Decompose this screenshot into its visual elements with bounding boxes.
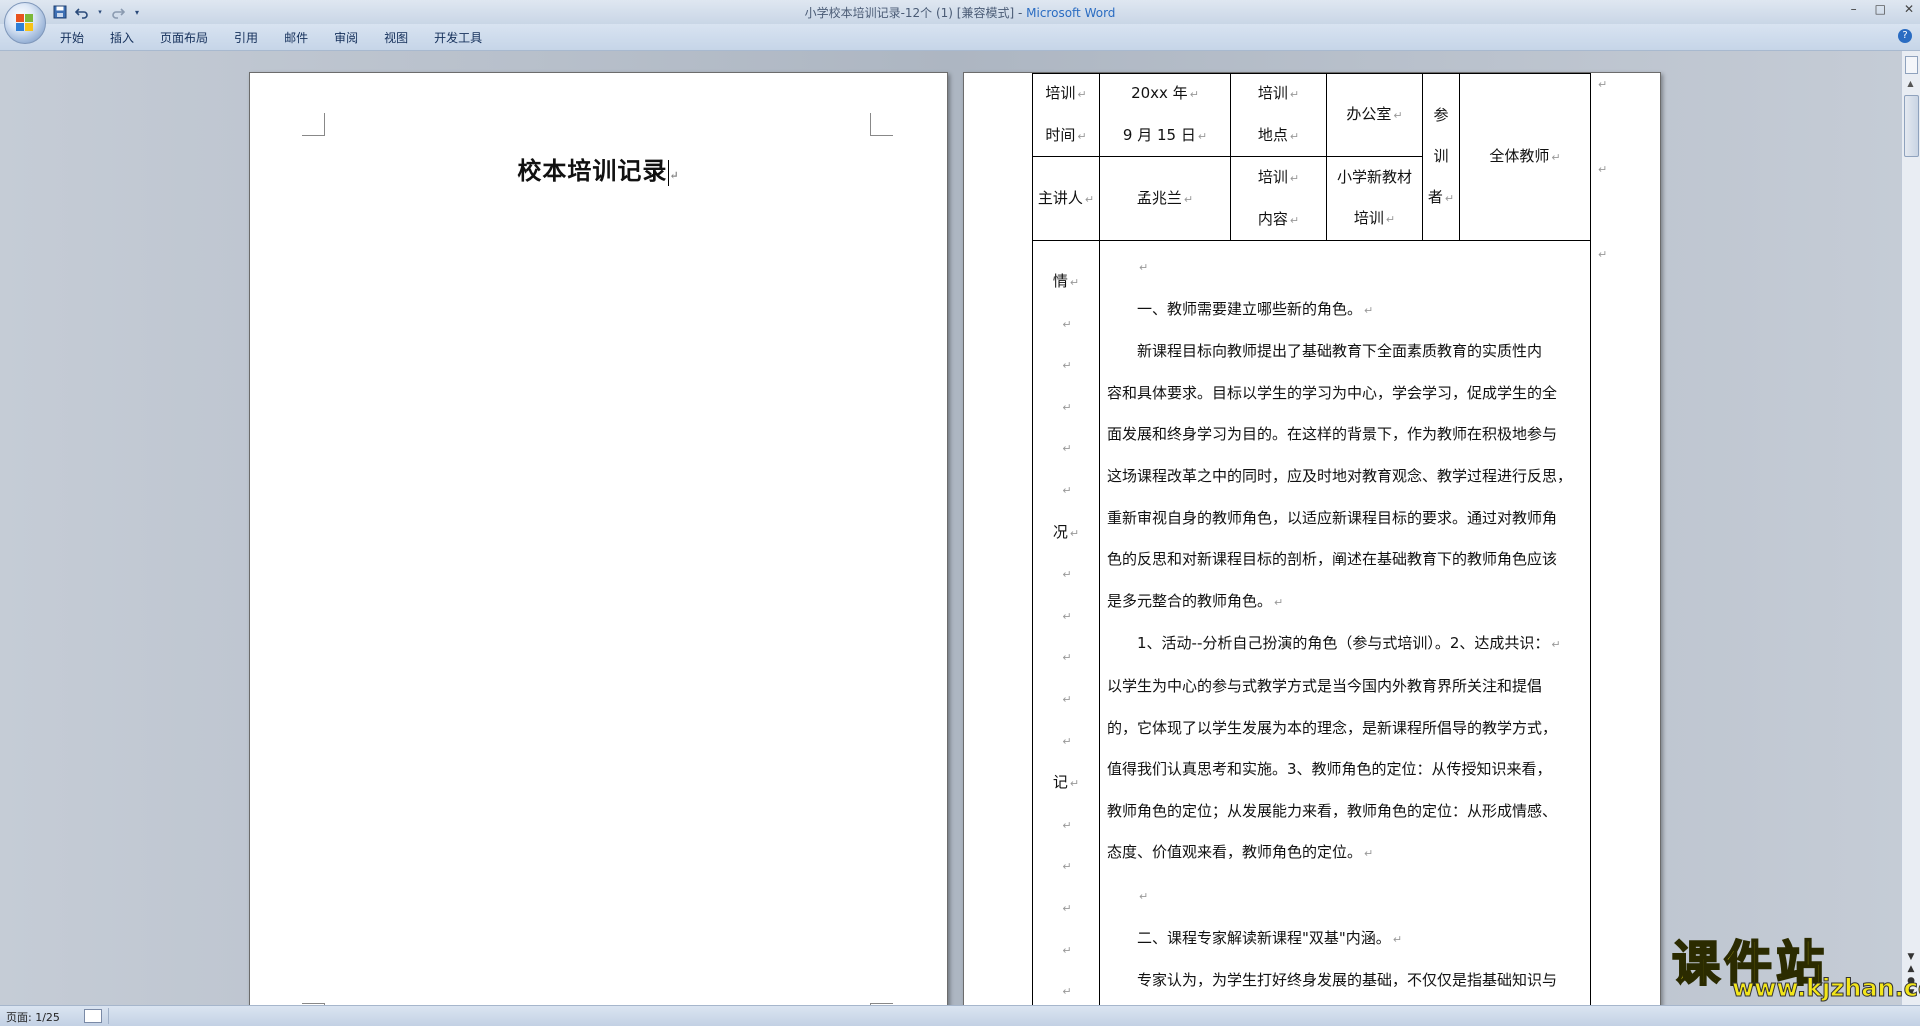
paragraph-mark: ↵ <box>1062 860 1072 874</box>
record-label-char3: 记 ↵ <box>1052 773 1080 792</box>
row-end-mark: ↵ <box>1598 248 1608 261</box>
page-2[interactable]: 培训 ↵ 时间 ↵ 20xx 年 ↵ 9 月 15 日 ↵ 培训 ↵ 地点 ↵ 办公室 ↵ 参… <box>963 72 1661 1005</box>
cell-time-value: 20xx 年 ↵ 9 月 15 日 ↵ <box>1099 73 1231 157</box>
cell-content-label: 培训 ↵ 内容 ↵ <box>1230 156 1327 241</box>
cell-place-value: 办公室 ↵ <box>1326 73 1423 157</box>
participants-label-line3: 者 ↵ <box>1427 188 1455 206</box>
participants-value: 全体教师 ↵ <box>1489 147 1561 165</box>
ribbon-tabs: 开始 插入 页面布局 引用 邮件 审阅 视图 开发工具 <box>60 29 508 46</box>
title-separator: - <box>1014 6 1027 20</box>
document-area[interactable]: 校本培训记录 ↵ 培训 ↵ 时间 ↵ 20xx 年 ↵ 9 月 15 日 ↵ 培训 ↵ 地点… <box>0 51 1902 1005</box>
paragraph-mark: ↵ <box>669 169 680 182</box>
paragraph-mark: ↵ <box>1062 442 1072 456</box>
time-label-line2: 时间 ↵ <box>1045 126 1087 144</box>
crop-mark-top-right <box>870 113 893 136</box>
blank-line: ↵ <box>1139 889 1149 903</box>
cell-time-label: 培训 ↵ 时间 ↵ <box>1032 73 1100 157</box>
cell-record-label: 情 ↵ ↵ ↵ ↵ ↵ ↵ 况 ↵ ↵ ↵ ↵ ↵ ↵ 记 ↵ ↵ ↵ ↵ ↵ ↵ <box>1032 240 1100 1005</box>
paragraph-mark: ↵ <box>1062 568 1072 582</box>
paragraph-mark: ↵ <box>1062 359 1072 373</box>
cell-place-label: 培训 ↵ 地点 ↵ <box>1230 73 1327 157</box>
place-label-line2: 地点 ↵ <box>1257 126 1300 144</box>
office-button[interactable] <box>4 2 46 44</box>
record-label-char2: 况 ↵ <box>1052 522 1080 541</box>
proofing-icon[interactable] <box>84 1009 102 1023</box>
participants-label-line2: 训 <box>1433 147 1449 165</box>
status-bar: 页面: 1/25 <box>0 1005 1920 1026</box>
tab-view[interactable]: 视图 <box>384 29 422 46</box>
tab-developer[interactable]: 开发工具 <box>434 29 496 46</box>
cell-speaker-label: 主讲人 ↵ <box>1032 156 1100 241</box>
paragraph-mark: ↵ <box>1062 985 1072 999</box>
title-bar: ▾ ▾ 小学校本培训记录-12个 (1) [兼容模式] - Microsoft … <box>0 0 1920 25</box>
page-count[interactable]: 页面: 1/25 <box>6 1009 60 1025</box>
minimize-icon[interactable]: – <box>1851 2 1857 16</box>
view-ruler-icon[interactable] <box>1905 56 1918 74</box>
paragraph-mark: ↵ <box>1062 943 1072 957</box>
paragraph-mark: ↵ <box>1062 651 1072 665</box>
record-label-char1: 情 ↵ <box>1052 272 1080 290</box>
paragraph-1: 新课程目标向教师提出了基础教育下全面素质教育的实质性内 容和具体要求。目标以学生… <box>1107 342 1573 610</box>
site-watermark: 课件站 www.kjzhan.com <box>1671 924 1920 1006</box>
tab-home[interactable]: 开始 <box>60 29 98 46</box>
content-label-line1: 培训 ↵ <box>1257 167 1300 186</box>
row-end-mark: ↵ <box>1598 78 1608 91</box>
place-value: 办公室 ↵ <box>1346 105 1403 123</box>
speaker-label: 主讲人 ↵ <box>1037 188 1095 207</box>
crop-mark-top-left <box>302 113 325 136</box>
vertical-scrollbar[interactable]: ▲ ▼ ▲ ● ▼ <box>1901 51 1920 1005</box>
paragraph-mark: ↵ <box>1062 692 1072 706</box>
place-label-line1: 培训 ↵ <box>1257 84 1300 102</box>
time-label-line1: 培训 ↵ <box>1045 84 1087 102</box>
paragraph-mark: ↵ <box>1062 317 1072 331</box>
section-heading-1: 一、教师需要建立哪些新的角色。 ↵ <box>1137 299 1374 318</box>
watermark-url: www.kjzhan.com <box>1731 974 1920 1003</box>
paragraph-mark: ↵ <box>1062 734 1072 748</box>
paragraph-mark: ↵ <box>1062 901 1072 915</box>
scroll-up-icon[interactable]: ▲ <box>1904 79 1917 91</box>
paragraph-mark: ↵ <box>1062 400 1072 414</box>
participants-label-line1: 参 <box>1433 106 1449 124</box>
ribbon-tab-bar: 开始 插入 页面布局 引用 邮件 审阅 视图 开发工具 ? <box>0 24 1920 51</box>
scroll-down-icon[interactable]: ▼ <box>1904 951 1918 963</box>
paragraph-mark: ↵ <box>1062 818 1072 832</box>
cell-content-value: 小学新教材 培训 ↵ <box>1326 156 1423 241</box>
paragraph-mark: ↵ <box>1062 609 1072 623</box>
maximize-icon[interactable]: □ <box>1875 2 1886 16</box>
speaker-value: 孟兆兰 ↵ <box>1136 188 1194 207</box>
content-value-line1: 小学新教材 <box>1336 168 1412 186</box>
help-icon[interactable]: ? <box>1898 29 1912 43</box>
cell-speaker-value: 孟兆兰 ↵ <box>1099 156 1231 241</box>
tab-mailings[interactable]: 邮件 <box>284 29 322 46</box>
paragraph-mark: ↵ <box>1062 483 1072 497</box>
blank-line: ↵ <box>1139 261 1149 274</box>
close-icon[interactable]: ✕ <box>1904 2 1914 16</box>
window-controls: – □ ✕ <box>1851 2 1914 16</box>
status-divider <box>108 1008 109 1024</box>
office-logo-icon <box>16 14 34 32</box>
tab-page-layout[interactable]: 页面布局 <box>160 29 222 46</box>
content-value-line2: 培训 ↵ <box>1353 209 1396 227</box>
tab-review[interactable]: 审阅 <box>334 29 372 46</box>
window-title: 小学校本培训记录-12个 (1) [兼容模式] - Microsoft Word <box>0 4 1920 21</box>
document-title: 校本培训记录 ↵ <box>250 151 947 186</box>
content-label-line2: 内容 ↵ <box>1257 209 1300 228</box>
cell-record-body[interactable]: ↵ 一、教师需要建立哪些新的角色。 ↵ 新课程目标向教师提出了基础教育下全面素质教… <box>1099 240 1591 1005</box>
time-value-line2: 9 月 15 日 ↵ <box>1122 126 1208 144</box>
time-value-line1: 20xx 年 ↵ <box>1131 84 1199 102</box>
document-name: 小学校本培训记录-12个 (1) [兼容模式] <box>804 6 1015 20</box>
tab-references[interactable]: 引用 <box>234 29 272 46</box>
cell-participants-value: 全体教师 ↵ <box>1459 73 1591 241</box>
tab-insert[interactable]: 插入 <box>110 29 148 46</box>
section-heading-2: 二、课程专家解读新课程"双基"内涵。 ↵ <box>1137 928 1403 947</box>
paragraph-3: 专家认为，为学生打好终身发展的基础，不仅仅是指基础知识与 <box>1137 971 1558 990</box>
app-name: Microsoft Word <box>1026 6 1116 20</box>
page-1[interactable]: 校本培训记录 ↵ <box>249 72 948 1005</box>
cell-participants-label: 参 训 者 ↵ <box>1422 73 1460 241</box>
document-title-text: 校本培训记录 <box>517 156 668 185</box>
scroll-thumb[interactable] <box>1904 95 1919 157</box>
paragraph-2: 1、活动--分析自己扮演的角色（参与式培训）。2、达成共识： ↵ 以学生为中心的参… <box>1107 634 1561 862</box>
row-end-mark: ↵ <box>1598 163 1608 176</box>
